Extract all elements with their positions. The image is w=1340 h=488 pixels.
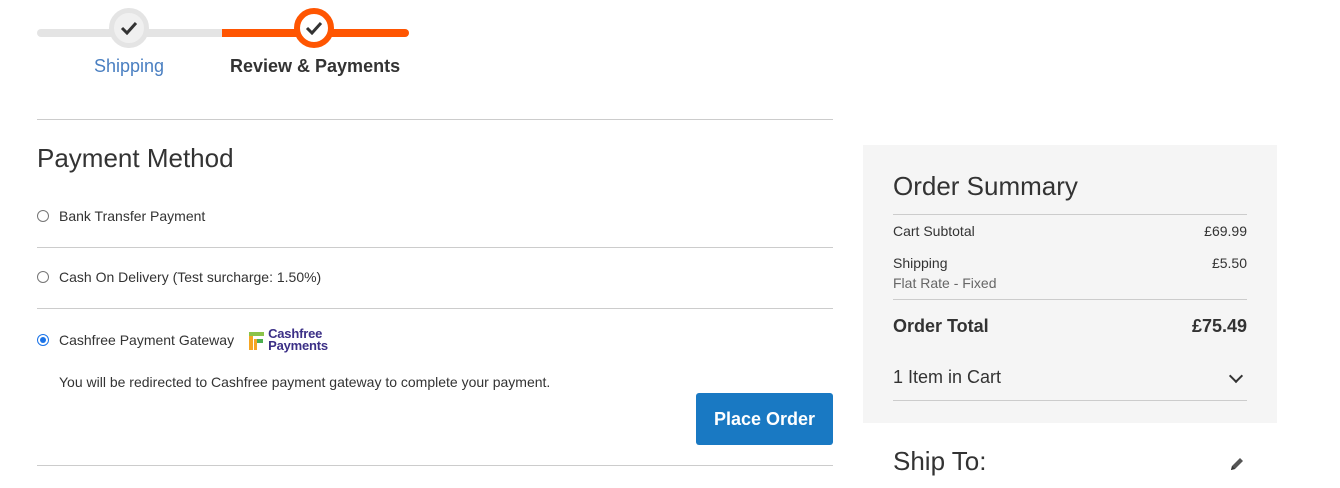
divider [37, 308, 833, 309]
step-shipping-link[interactable]: Shipping [94, 56, 164, 77]
redirect-note: You will be redirected to Cashfree payme… [59, 374, 551, 390]
cashfree-logo-mark-icon [248, 330, 266, 350]
divider [37, 465, 833, 466]
ship-to-title: Ship To: [893, 446, 987, 476]
cashfree-radio[interactable] [37, 334, 49, 346]
cash-on-delivery-radio[interactable] [37, 271, 49, 283]
shipping-value: £5.50 [1211, 255, 1247, 271]
divider [37, 119, 833, 120]
place-order-button[interactable]: Place Order [696, 393, 833, 445]
divider [893, 299, 1247, 300]
payment-option-label: Cash On Delivery (Test surcharge: 1.50%) [59, 269, 322, 285]
cart-subtotal-row: Cart Subtotal £69.99 [893, 223, 1247, 239]
chevron-down-icon[interactable] [1228, 368, 1244, 384]
order-total-label: Order Total [893, 316, 989, 336]
step-review-payments-label: Review & Payments [230, 56, 401, 76]
payment-option-cashfree[interactable]: Cashfree Payment Gateway Cashfree Paymen… [37, 327, 328, 353]
divider [893, 214, 1247, 215]
payment-option-label: Cashfree Payment Gateway [59, 332, 235, 348]
check-icon [120, 21, 138, 35]
payment-option-label: Bank Transfer Payment [59, 208, 206, 224]
shipping-method: Flat Rate - Fixed [893, 275, 997, 291]
payment-method-title: Payment Method [37, 143, 234, 173]
cart-subtotal-label: Cart Subtotal [893, 223, 975, 239]
divider [893, 400, 1247, 401]
items-in-cart-label: 1 Item in Cart [893, 367, 1002, 387]
review-payments-step-dot [294, 8, 334, 48]
payment-option-cash-on-delivery[interactable]: Cash On Delivery (Test surcharge: 1.50%) [37, 269, 321, 285]
cart-subtotal-value: £69.99 [1204, 223, 1247, 239]
order-total-row: Order Total £75.49 [893, 316, 1247, 337]
pencil-icon[interactable] [1228, 455, 1246, 473]
order-summary-title: Order Summary [893, 171, 1078, 201]
divider [37, 247, 833, 248]
shipping-label: Shipping [893, 255, 948, 271]
cashfree-logo-line2: Payments [268, 338, 328, 353]
bank-transfer-radio[interactable] [37, 210, 49, 222]
order-summary: Order Summary Cart Subtotal £69.99 Shipp… [863, 145, 1277, 423]
cashfree-logo: Cashfree Payments [248, 327, 328, 353]
checkout-progress-bar: Shipping Review & Payments [37, 6, 409, 86]
payment-option-bank-transfer[interactable]: Bank Transfer Payment [37, 208, 205, 224]
shipping-row: Shipping £5.50 Flat Rate - Fixed [893, 255, 1247, 291]
order-total-value: £75.49 [1191, 316, 1247, 336]
shipping-step-dot[interactable] [109, 8, 149, 48]
items-in-cart-toggle[interactable]: 1 Item in Cart [893, 367, 1247, 388]
check-icon [305, 21, 323, 35]
cashfree-logo-text: Cashfree Payments [268, 327, 328, 353]
